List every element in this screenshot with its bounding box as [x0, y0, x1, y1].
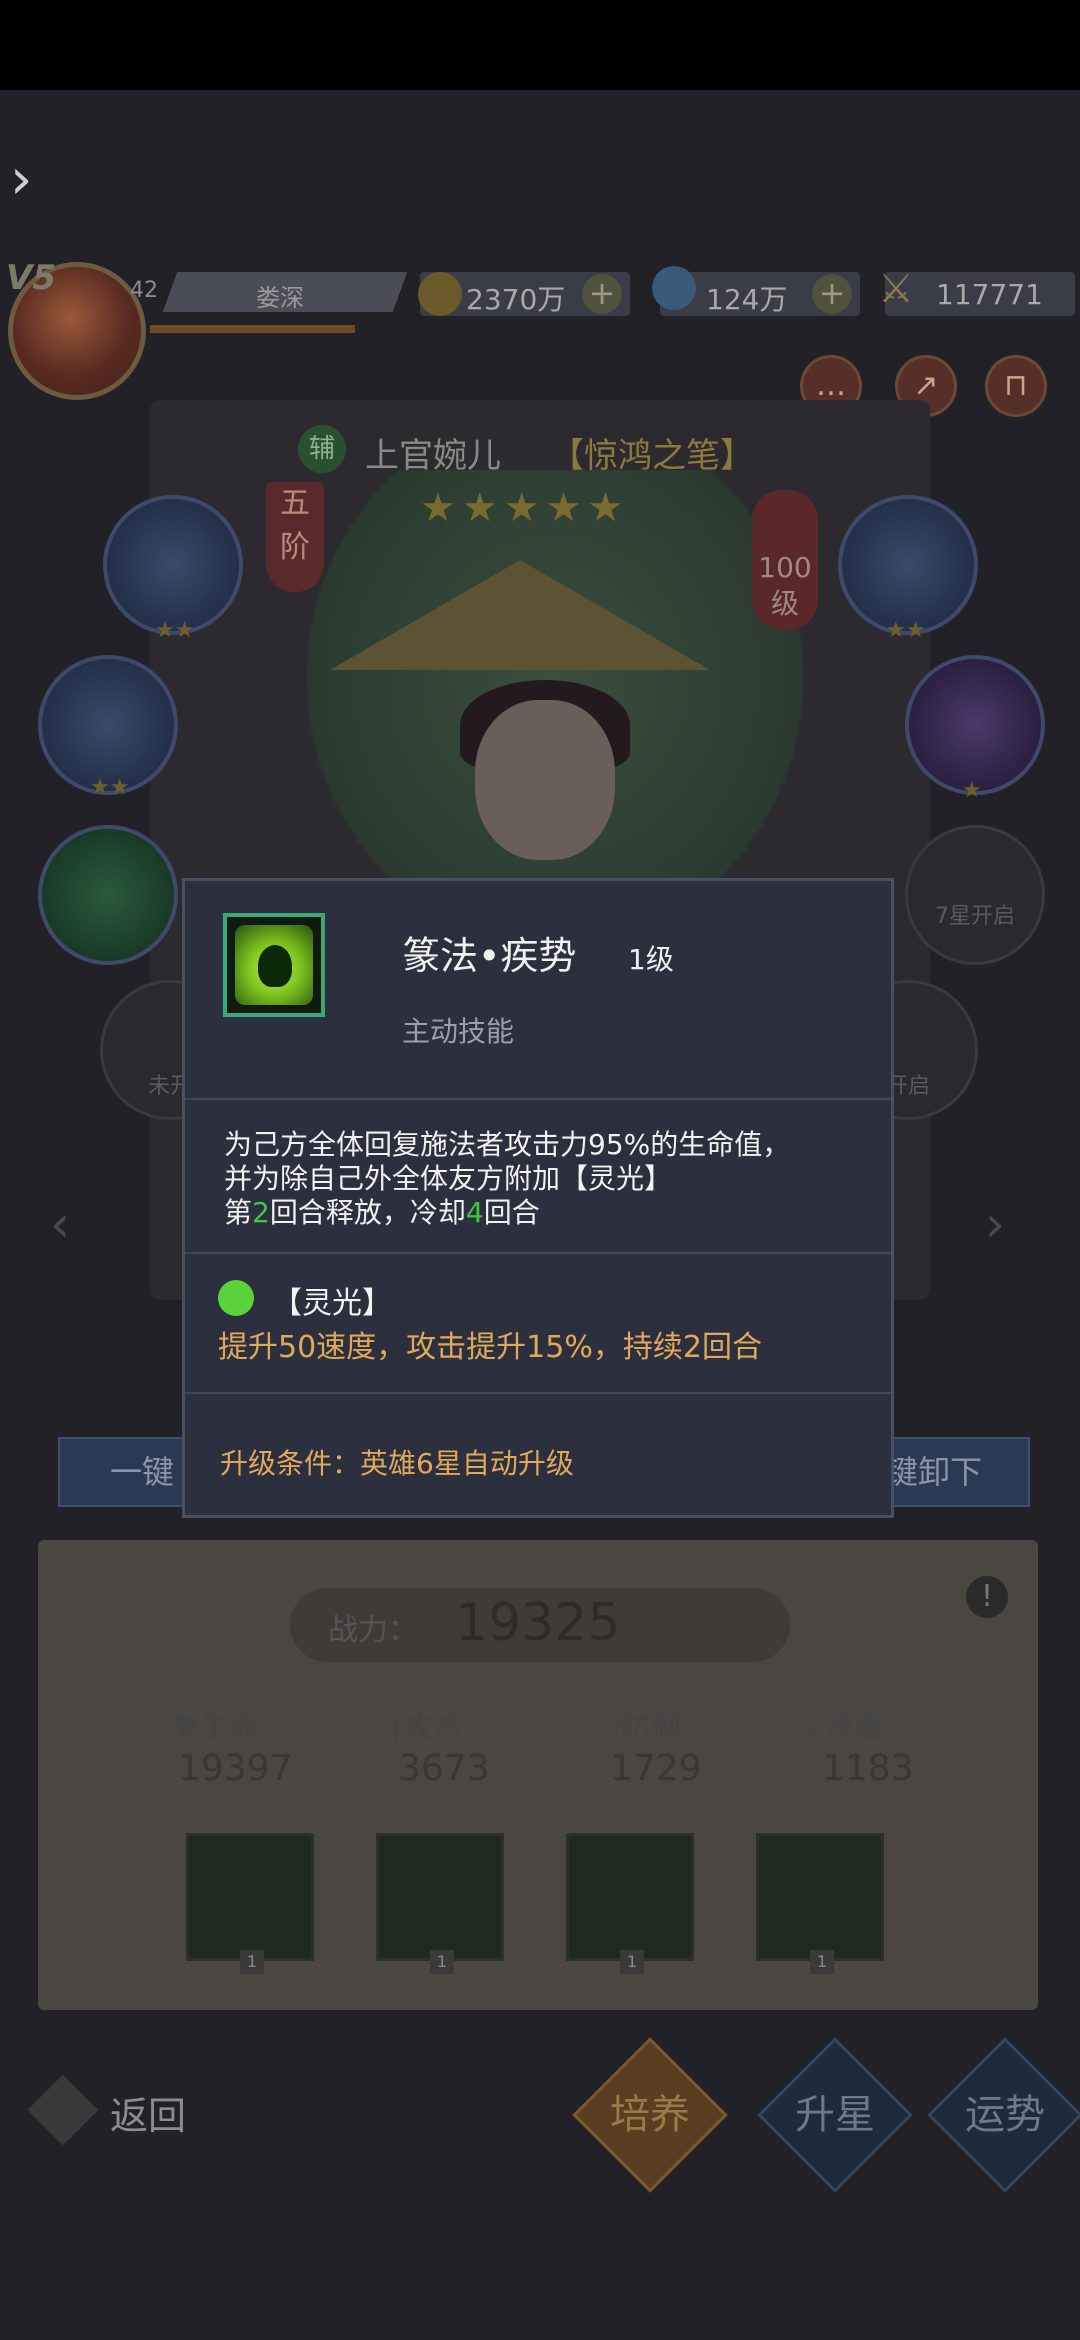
desc-line-1: 为己方全体回复施法者攻击力95%的生命值，	[224, 1128, 791, 1161]
skill-slot-4[interactable]	[756, 1833, 884, 1961]
tooltip-divider-3	[185, 1392, 891, 1394]
level-unit: 级	[770, 587, 799, 620]
tab-cultivate[interactable]: 培养	[580, 2065, 720, 2165]
equip-slot-armor[interactable]	[838, 495, 978, 635]
spd-label: »速度	[805, 1711, 884, 1746]
gold-value: 2370万	[466, 283, 566, 316]
hero-stars: ★★★★★	[420, 485, 630, 531]
one-key-unequip-button[interactable]: 键卸下	[870, 1437, 1030, 1507]
spirit-icon	[258, 945, 292, 987]
atk-label: †攻击	[388, 1711, 463, 1746]
class-badge: 辅	[298, 425, 346, 473]
skill-level-1: 1	[240, 1950, 264, 1974]
skill-level-3: 1	[620, 1950, 644, 1974]
equip-stars-boots: ★	[962, 778, 982, 803]
skill-level: 1级	[628, 943, 674, 976]
hero-title: 【惊鸿之笔】	[550, 436, 754, 476]
combat-power-label: 战力：	[328, 1613, 418, 1648]
add-potion-button[interactable]: +	[812, 274, 852, 314]
equip-slot-helmet[interactable]	[38, 655, 178, 795]
tooltip-divider-1	[185, 1098, 891, 1100]
skill-level-2: 1	[430, 1950, 454, 1974]
hp-value: 19397	[178, 1748, 293, 1789]
potion-value: 124万	[706, 283, 788, 316]
spd-value: 1183	[822, 1748, 914, 1789]
rank-banner: 五 阶	[266, 482, 324, 592]
player-name: 娄深	[256, 284, 304, 312]
buff-name: 【灵光】	[272, 1286, 392, 1321]
status-bar	[0, 0, 1080, 90]
skill-type: 主动技能	[402, 1015, 515, 1048]
equip-slot-gem[interactable]	[38, 825, 178, 965]
upgrade-condition: 升级条件：英雄6星自动升级	[220, 1447, 574, 1480]
buff-description: 提升50速度，攻击提升15%，持续2回合	[218, 1330, 762, 1365]
equip-slot-boots[interactable]	[905, 655, 1045, 795]
hp-label: ♥生命	[172, 1711, 259, 1746]
tab-star-up[interactable]: 升星	[765, 2065, 905, 2165]
locked-slot-right[interactable]: 7星开启	[905, 825, 1045, 965]
desc-line-3: 第2回合释放，冷却4回合	[224, 1196, 540, 1229]
skill-slot-3[interactable]	[566, 1833, 694, 1961]
tooltip-divider-2	[185, 1252, 891, 1254]
crossed-swords-icon: ⚔	[878, 266, 914, 312]
rank-text-2: 阶	[280, 530, 310, 565]
power-value: 117771	[936, 278, 1043, 311]
skill-slot-2[interactable]	[376, 1833, 504, 1961]
buff-icon	[218, 1280, 254, 1316]
rank-text-1: 五	[280, 486, 310, 521]
skill-description: 为己方全体回复施法者攻击力95%的生命值， 并为除自己外全体友方附加【灵光】 第…	[224, 1128, 864, 1230]
equip-slot-weapon[interactable]	[103, 495, 243, 635]
combat-power-value: 19325	[455, 1593, 621, 1653]
speed-icon: »	[805, 1711, 824, 1746]
exp-bar	[150, 325, 355, 333]
skill-level-4: 1	[810, 1950, 834, 1974]
hero-name: 上官婉儿	[365, 436, 501, 476]
def-label: ⛉防御	[598, 1711, 681, 1746]
skill-slot-1[interactable]	[186, 1833, 314, 1961]
lock-icon[interactable]: ⊓	[985, 355, 1047, 417]
prev-hero-arrow-icon[interactable]: ‹	[50, 1195, 70, 1253]
add-gold-button[interactable]: +	[582, 274, 622, 314]
skill-name: 篆法•疾势	[402, 934, 577, 978]
potion-icon	[652, 266, 696, 310]
next-hero-arrow-icon[interactable]: ›	[985, 1195, 1005, 1253]
equip-stars-armor: ★★	[886, 618, 926, 643]
vip-badge: V5	[6, 258, 56, 298]
chevron-right-icon[interactable]: ›	[10, 150, 50, 210]
back-button[interactable]: 返回	[110, 2085, 186, 2140]
equip-stars-helmet: ★★	[90, 775, 130, 800]
coin-icon	[418, 272, 462, 316]
locked-slot-right-label: 7星开启	[935, 904, 1015, 929]
heart-icon: ♥	[172, 1711, 199, 1746]
level-number: 100	[758, 551, 812, 584]
equip-stars-weapon: ★★	[155, 618, 195, 643]
def-value: 1729	[610, 1748, 702, 1789]
level-banner: 100 级	[752, 490, 818, 630]
desc-line-2: 并为除自己外全体友方附加【灵光】	[224, 1162, 673, 1195]
tab-fortune[interactable]: 运势	[935, 2065, 1075, 2165]
shield-icon: ⛉	[598, 1711, 621, 1746]
hero-face	[475, 700, 615, 860]
info-icon[interactable]: !	[966, 1576, 1008, 1618]
atk-value: 3673	[398, 1748, 490, 1789]
sword-icon: †	[388, 1711, 403, 1746]
